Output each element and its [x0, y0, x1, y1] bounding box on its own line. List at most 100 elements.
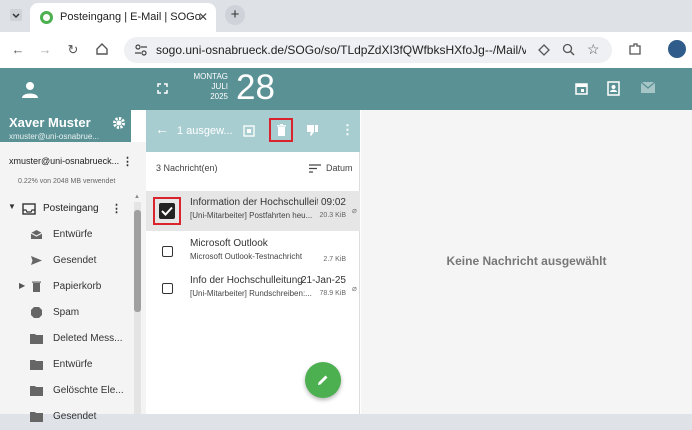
folder-geloeschte-elemente[interactable]: Gelöschte Ele... — [0, 378, 131, 404]
folder-icon — [30, 334, 43, 344]
url-text: sogo.uni-osnabrueck.de/SOGo/so/TLdpZdXI3… — [156, 43, 526, 57]
date-day: 28 — [236, 68, 275, 107]
drafts-icon — [30, 230, 43, 239]
attachment-clip-icon: ⌀ — [352, 284, 357, 293]
selection-toolbar: ← 1 ausgew... ⋮ — [146, 110, 360, 152]
quota-text: 0.22% von 2048 MB verwendet — [18, 178, 116, 185]
select-all-icon[interactable] — [243, 125, 255, 137]
folder-gesendet-2[interactable]: Gesendet — [0, 404, 131, 430]
thumbs-down-icon[interactable] — [306, 124, 319, 137]
message-size: 2.7 KiB — [323, 256, 346, 263]
empty-state-text: Keine Nachricht ausgewählt — [446, 254, 607, 268]
message-subject: Info der Hochschulleitung — [190, 275, 303, 286]
message-subject: Information der Hochschulleit... — [190, 197, 318, 208]
message-time: 09:02 — [320, 197, 346, 208]
folder-papierkorb[interactable]: ▶ Papierkorb — [0, 274, 131, 300]
more-actions-icon[interactable]: ⋮ — [341, 122, 354, 138]
message-checkbox[interactable] — [162, 246, 173, 257]
new-tab-button[interactable]: + — [225, 5, 245, 25]
settings-gear-icon[interactable] — [112, 116, 126, 130]
message-detail-panel: Keine Nachricht ausgewählt — [361, 110, 692, 414]
close-tab-icon[interactable]: ✕ — [198, 10, 208, 24]
browser-tab[interactable]: Posteingang | E-Mail | SOGo ✕ — [30, 3, 216, 32]
folder-icon — [30, 360, 43, 370]
user-name: Xaver Muster — [9, 115, 91, 130]
folder-label: Gesendet — [53, 411, 97, 422]
folder-icon — [30, 412, 43, 422]
bookmark-star-icon[interactable]: ☆ — [587, 41, 600, 58]
compose-button[interactable] — [305, 362, 341, 398]
sort-icon[interactable] — [309, 164, 321, 173]
message-size: 20.3 KiB — [319, 212, 346, 219]
message-size: 78.9 KiB — [319, 290, 346, 297]
sogo-app: MONTAG JULI 2025 28 Xaver Muster xmuster… — [0, 68, 692, 422]
folder-spam[interactable]: Spam — [0, 300, 131, 326]
message-time: 21-Jan-25 — [300, 275, 346, 286]
selection-count: 1 ausgew... — [177, 125, 233, 137]
trash-icon — [32, 281, 41, 292]
sort-label[interactable]: Datum — [326, 163, 353, 173]
forward-icon[interactable]: → — [35, 40, 55, 60]
folder-entwuerfe[interactable]: Entwürfe — [0, 222, 131, 248]
folder-gesendet[interactable]: Gesendet — [0, 248, 131, 274]
pencil-icon — [318, 375, 328, 385]
account-menu-icon[interactable]: ⋮ — [122, 155, 133, 168]
zoom-icon[interactable] — [562, 43, 575, 56]
folder-label: Entwürfe — [53, 229, 93, 240]
back-arrow-icon[interactable]: ← — [155, 121, 169, 137]
checkbox-highlight-box — [153, 197, 181, 225]
back-icon[interactable]: ← — [8, 40, 28, 60]
message-row[interactable]: Information der Hochschulleit... 09:02 [… — [146, 191, 360, 231]
fullscreen-icon[interactable] — [157, 83, 168, 94]
date-weekday: MONTAG — [193, 72, 228, 81]
tab-title: Posteingang | E-Mail | SOGo — [60, 11, 201, 23]
calendar-icon[interactable] — [575, 82, 588, 95]
extensions-icon[interactable] — [628, 42, 642, 56]
message-subject: Microsoft Outlook — [190, 238, 268, 249]
tab-list-icon[interactable] — [10, 9, 22, 21]
sogo-favicon-icon — [40, 11, 53, 24]
folder-posteingang[interactable]: ▼ Posteingang ⋮ — [0, 196, 131, 222]
home-icon[interactable] — [95, 42, 109, 56]
folder-label: Gesendet — [53, 255, 97, 266]
browser-tabbar: Posteingang | E-Mail | SOGo ✕ + — [0, 0, 692, 32]
message-row[interactable]: Info der Hochschulleitung 21-Jan-25 [Uni… — [146, 269, 360, 309]
date-year: 2025 — [210, 92, 228, 101]
message-preview: [Uni-Mitarbeiter] Postfahrten heu... — [190, 211, 313, 220]
browser-profile-avatar[interactable] — [668, 40, 686, 58]
message-list-panel: ← 1 ausgew... ⋮ 3 Nachricht(en) Datum In… — [146, 110, 360, 414]
message-preview: Microsoft Outlook-Testnachricht — [190, 252, 303, 261]
folder-label: Spam — [53, 307, 80, 318]
message-row[interactable]: Microsoft Outlook Microsoft Outlook-Test… — [146, 232, 360, 272]
folder-label: Posteingang — [43, 203, 99, 214]
user-email: xmuster@uni-osnabrue... — [9, 132, 99, 141]
reload-icon[interactable]: ↻ — [63, 40, 83, 60]
scroll-up-icon[interactable]: ▲ — [134, 194, 140, 200]
folder-menu-icon[interactable]: ⋮ — [111, 202, 122, 215]
browser-toolbar: ← → ↻ sogo.uni-osnabrueck.de/SOGo/so/TLd… — [0, 32, 692, 68]
folder-label: Entwürfe — [53, 359, 93, 370]
contacts-icon[interactable] — [607, 81, 620, 96]
delete-highlight-box — [269, 118, 293, 142]
folder-entwuerfe-2[interactable]: Entwürfe — [0, 352, 131, 378]
collapse-chevron-icon[interactable]: ▼ — [8, 202, 16, 211]
translate-icon[interactable] — [538, 44, 550, 56]
message-count: 3 Nachricht(en) — [156, 163, 218, 173]
scrollbar-thumb[interactable] — [134, 210, 141, 312]
mail-icon[interactable] — [641, 82, 655, 93]
sidebar-scrollbar[interactable]: ▲ — [134, 194, 141, 414]
account-label[interactable]: xmuster@uni-osnabrueck... — [9, 156, 119, 166]
folder-label: Papierkorb — [53, 281, 102, 292]
spam-icon — [31, 307, 42, 318]
inbox-icon — [22, 203, 36, 215]
date-month: JULI — [211, 82, 228, 91]
folder-sidebar: xmuster@uni-osnabrueck... ⋮ 0.22% von 20… — [0, 142, 146, 422]
message-checkbox[interactable] — [162, 283, 173, 294]
folder-deleted-messages[interactable]: Deleted Mess... — [0, 326, 131, 352]
expand-chevron-icon[interactable]: ▶ — [19, 281, 25, 290]
send-icon — [31, 256, 42, 265]
address-bar[interactable]: sogo.uni-osnabrueck.de/SOGo/so/TLdpZdXI3… — [124, 37, 612, 63]
app-header: MONTAG JULI 2025 28 — [0, 68, 692, 110]
folder-label: Deleted Mess... — [53, 333, 123, 344]
site-info-icon[interactable] — [134, 43, 148, 57]
